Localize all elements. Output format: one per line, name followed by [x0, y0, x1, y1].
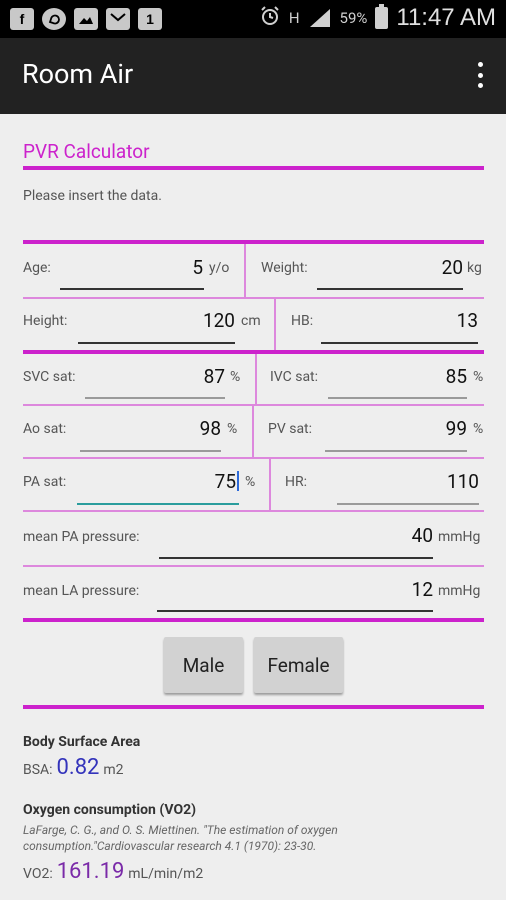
- facebook-icon: f: [10, 8, 34, 30]
- signal-icon: [308, 8, 332, 28]
- mean-pa-pressure-input[interactable]: 40: [353, 524, 433, 547]
- vo2-value: 161.19: [56, 859, 125, 884]
- mean-pa-pressure-label: mean PA pressure:: [23, 529, 140, 545]
- notification-icons: f 1: [10, 8, 162, 30]
- clock: 11:47 AM: [396, 4, 496, 31]
- pv-sat-underline: [325, 450, 467, 452]
- pv-sat-label: PV sat:: [268, 421, 313, 437]
- weight-input[interactable]: 20: [383, 256, 463, 279]
- mean-pa-pressure-underline: [159, 557, 433, 559]
- vo2-unit: mL/min/m2: [128, 866, 204, 882]
- column-divider: [244, 244, 246, 297]
- male-button[interactable]: Male: [164, 637, 243, 693]
- title-divider: [23, 166, 484, 170]
- ivc-sat-unit: %: [473, 369, 484, 385]
- ao-sat-underline: [80, 450, 221, 452]
- bsa-label: BSA:: [23, 762, 53, 778]
- notification-count-icon: 1: [138, 8, 162, 30]
- ao-sat-label: Ao sat:: [23, 421, 67, 437]
- row-pa-hr: PA sat: 75 % HR: 110: [23, 459, 484, 510]
- column-divider: [252, 406, 254, 457]
- column-divider: [274, 299, 276, 350]
- calculator-content: PVR Calculator Please insert the data. A…: [0, 114, 506, 900]
- height-underline: [78, 342, 235, 344]
- vo2-label: VO2:: [23, 866, 53, 882]
- svc-sat-label: SVC sat:: [23, 369, 76, 385]
- bsa-value: 0.82: [56, 755, 100, 780]
- svc-sat-input[interactable]: 87: [143, 365, 225, 388]
- battery-percent: 59%: [339, 9, 368, 27]
- ao-sat-unit: %: [227, 421, 238, 437]
- weight-underline: [317, 288, 463, 290]
- row-mean-la-pressure: mean LA pressure: 12 mmHg: [23, 567, 484, 618]
- pv-sat-unit: %: [473, 421, 484, 437]
- results-divider: [23, 705, 484, 709]
- mean-la-pressure-label: mean LA pressure:: [23, 583, 140, 599]
- overflow-menu-icon[interactable]: [476, 62, 484, 88]
- mean-la-pressure-underline: [157, 610, 433, 612]
- hr-input[interactable]: 110: [393, 470, 479, 493]
- instruction-text: Please insert the data.: [23, 188, 162, 204]
- mean-la-pressure-unit: mmHg: [438, 583, 481, 599]
- age-label: Age:: [23, 260, 51, 276]
- status-bar: f 1 H 59% 11:47 AM: [0, 0, 506, 38]
- weight-unit: kg: [467, 260, 482, 276]
- network-type-label: H: [288, 9, 300, 27]
- pa-sat-value: 75: [214, 470, 236, 493]
- age-unit: y/o: [209, 260, 230, 276]
- alarm-icon: [259, 5, 281, 31]
- pa-sat-underline: [77, 503, 239, 505]
- row-svc-ivc: SVC sat: 87 % IVC sat: 85 %: [23, 354, 484, 404]
- ivc-sat-label: IVC sat:: [270, 369, 319, 385]
- pa-sat-label: PA sat:: [23, 474, 67, 490]
- row-ao-pv: Ao sat: 98 % PV sat: 99 %: [23, 406, 484, 457]
- female-button[interactable]: Female: [254, 637, 343, 693]
- gallery-icon: [74, 8, 98, 30]
- battery-icon: [375, 4, 389, 29]
- vo2-heading: Oxygen consumption (VO2): [23, 802, 197, 818]
- hb-underline: [321, 342, 478, 344]
- weight-label: Weight:: [261, 260, 308, 276]
- whatsapp-icon: [42, 8, 66, 30]
- hb-input[interactable]: 13: [398, 309, 478, 332]
- mean-pa-pressure-unit: mmHg: [438, 529, 481, 545]
- bsa-heading: Body Surface Area: [23, 734, 141, 750]
- form-bottom-divider: [23, 618, 484, 622]
- calculator-title: PVR Calculator: [23, 140, 150, 163]
- ivc-sat-underline: [328, 397, 467, 399]
- ao-sat-input[interactable]: 98: [141, 417, 221, 440]
- row-age-weight: Age: 5 y/o Weight: 20 kg: [23, 244, 484, 297]
- age-underline: [60, 288, 204, 290]
- hr-label: HR:: [285, 474, 308, 490]
- column-divider: [269, 459, 271, 510]
- svc-sat-underline: [85, 397, 225, 399]
- pv-sat-input[interactable]: 99: [387, 417, 467, 440]
- pa-sat-input[interactable]: 75: [155, 470, 239, 493]
- text-cursor: [237, 471, 239, 491]
- age-input[interactable]: 5: [123, 256, 203, 279]
- vo2-result: VO2: 161.19 mL/min/m2: [23, 859, 203, 884]
- height-label: Height:: [23, 313, 68, 329]
- hr-underline: [337, 503, 479, 505]
- bsa-result: BSA: 0.82 m2: [23, 755, 124, 780]
- height-input[interactable]: 120: [153, 309, 235, 332]
- app-title: Room Air: [22, 58, 134, 90]
- row-height-hb: Height: 120 cm HB: 13: [23, 299, 484, 350]
- vo2-reference: LaFarge, C. G., and O. S. Miettinen. "Th…: [23, 823, 338, 853]
- hb-label: HB:: [291, 313, 314, 329]
- height-unit: cm: [241, 313, 261, 329]
- pa-sat-unit: %: [245, 474, 256, 490]
- mean-la-pressure-input[interactable]: 12: [353, 578, 433, 601]
- app-bar: Room Air: [0, 38, 506, 114]
- row-mean-pa-pressure: mean PA pressure: 40 mmHg: [23, 512, 484, 565]
- column-divider: [255, 354, 257, 404]
- mail-icon: [106, 8, 130, 30]
- svc-sat-unit: %: [230, 369, 241, 385]
- bsa-unit: m2: [103, 762, 124, 778]
- ivc-sat-input[interactable]: 85: [387, 365, 467, 388]
